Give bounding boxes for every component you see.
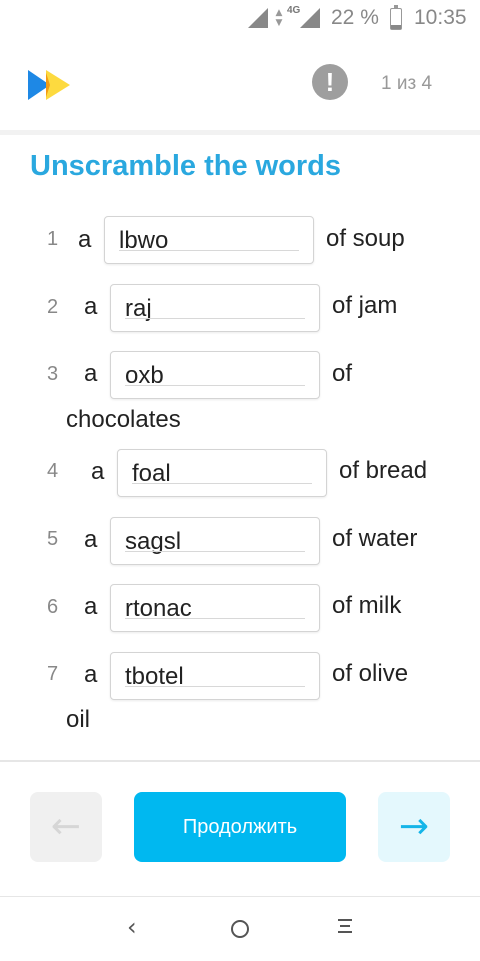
item-article: a bbox=[84, 661, 98, 688]
answer-input-1[interactable]: lbwo bbox=[104, 216, 314, 264]
charging-bolt-icon: ϟ bbox=[391, 10, 401, 25]
page-progress: 1 из 4 bbox=[381, 73, 433, 94]
item-number: 6 bbox=[47, 596, 59, 618]
footer-divider bbox=[0, 760, 480, 762]
answer-input-3[interactable]: oxb bbox=[110, 351, 320, 399]
exercise-title: Unscramble the words bbox=[30, 150, 342, 182]
item-suffix-continued: chocolates bbox=[66, 406, 181, 433]
data-arrows-icon: ▲ ▼ bbox=[275, 8, 283, 28]
answer-input-4[interactable]: foal bbox=[117, 449, 327, 497]
status-bar: ▲ ▼ 4G 22 % ϟ 10:35 bbox=[0, 0, 480, 36]
previous-button[interactable]: ← bbox=[30, 792, 102, 862]
item-suffix: of water bbox=[332, 525, 418, 552]
battery-icon: ϟ bbox=[390, 5, 402, 30]
answer-input-5[interactable]: sagsl bbox=[110, 517, 320, 565]
signal-icon-2 bbox=[300, 8, 320, 28]
signal-icon bbox=[248, 8, 268, 28]
battery-percent: 22 % bbox=[331, 6, 379, 29]
item-number: 2 bbox=[47, 296, 59, 318]
answer-input-6[interactable]: rtonac bbox=[110, 584, 320, 632]
network-type: 4G bbox=[287, 5, 301, 16]
item-article: a bbox=[78, 226, 92, 253]
item-suffix: of jam bbox=[332, 292, 398, 319]
clock: 10:35 bbox=[414, 6, 467, 29]
item-suffix: of olive bbox=[332, 660, 409, 687]
home-icon[interactable] bbox=[231, 920, 249, 938]
item-article: a bbox=[91, 458, 105, 485]
answer-input-7[interactable]: tbotel bbox=[110, 652, 320, 700]
header-divider bbox=[0, 130, 480, 135]
item-article: a bbox=[84, 293, 98, 320]
system-nav-bar: ‹ bbox=[0, 896, 480, 961]
item-suffix: of milk bbox=[332, 592, 402, 619]
item-suffix: of bbox=[332, 360, 353, 387]
info-icon[interactable]: ! bbox=[312, 64, 348, 100]
item-number: 5 bbox=[47, 528, 59, 550]
item-number: 4 bbox=[47, 460, 59, 482]
item-number: 7 bbox=[47, 663, 59, 685]
back-icon[interactable]: ‹ bbox=[127, 913, 137, 941]
arrow-right-icon: → bbox=[398, 806, 430, 847]
answer-input-2[interactable]: raj bbox=[110, 284, 320, 332]
item-suffix: of soup bbox=[326, 225, 405, 252]
arrow-left-icon: ← bbox=[50, 806, 82, 847]
item-number: 1 bbox=[47, 228, 59, 250]
item-article: a bbox=[84, 593, 98, 620]
continue-button[interactable]: Продолжить bbox=[134, 792, 346, 862]
item-number: 3 bbox=[47, 363, 59, 385]
next-button[interactable]: → bbox=[378, 792, 450, 862]
item-suffix-continued: oil bbox=[66, 706, 91, 733]
recents-icon[interactable] bbox=[338, 919, 352, 937]
app-logo[interactable] bbox=[24, 68, 72, 107]
item-article: a bbox=[84, 360, 98, 387]
item-article: a bbox=[84, 526, 98, 553]
item-suffix: of bread bbox=[339, 457, 428, 484]
